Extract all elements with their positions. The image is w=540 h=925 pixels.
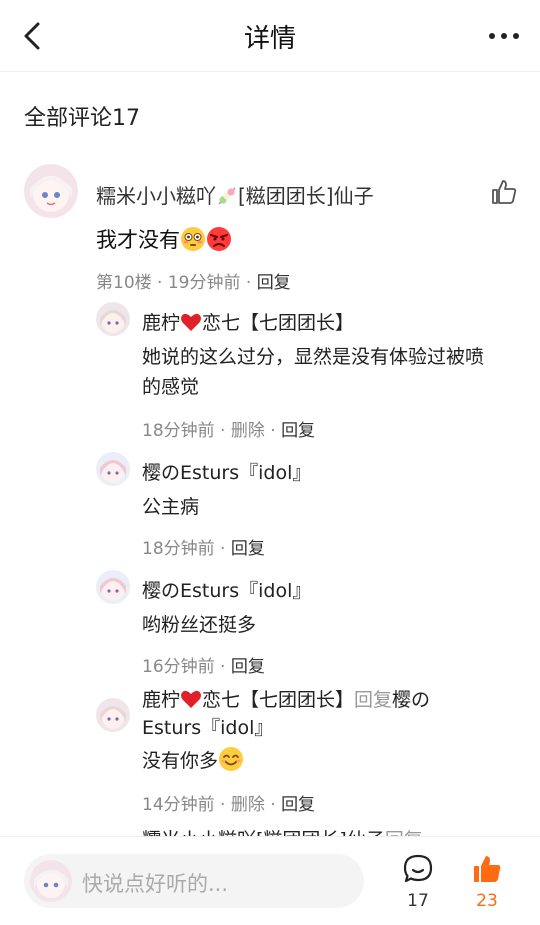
page-title: 详情 [243,24,296,54]
bottom-action-bar: 快说点好听的... 17 23 [0,836,540,925]
author-name-part: 恋七【七团团长】 [202,689,355,711]
reply-time: 14分钟前 · [142,795,231,815]
reply-button[interactable]: 回复 [257,273,291,293]
author-name-part: 恋七【七团团长】 [202,312,355,334]
dango-icon [218,187,236,205]
avatar [30,860,72,902]
avatar[interactable] [96,452,130,486]
author-name-part: 鹿柠 [142,689,181,711]
reply-author[interactable]: 鹿柠 恋七【七团团长】回复樱の Esturs『idol』 [142,686,430,742]
all-comments-heading: 全部评论17 [24,106,140,131]
author-name-part: 鹿柠 [142,312,181,334]
angry-face-emoji [207,227,231,251]
smile-emoji [219,747,244,771]
comment-count: 17 [407,891,429,911]
reply-author[interactable]: 鹿柠 恋七【七团团长】 [142,308,354,335]
reply-meta: 18分钟前 · 删除 · 回复 [142,416,315,441]
reply-time: 18分钟前 · [142,539,231,559]
author-name: 糯米小小糍吖 [96,184,216,208]
thumb-up-outline-icon [492,180,517,204]
reply-time: 18分钟前 · [142,421,231,441]
reply-button[interactable]: 回复 [231,657,265,677]
comment-meta: 第10楼 · 19分钟前 · 回复 [96,268,291,293]
delete-button[interactable]: 删除 [231,795,265,815]
like-count: 23 [476,891,498,911]
reply-target[interactable]: Esturs『idol』 [142,717,273,739]
comment-input[interactable]: 快说点好听的... [24,854,364,908]
reply-body: 没有你多 [142,750,219,772]
reply-text: 她说的这么过分，显然是没有体验过被喷的感觉 [142,346,485,398]
top-nav-bar: 详情 [0,0,540,72]
author-badge: [糍团团长]仙子 [238,184,374,208]
comment-text: 我才没有 [96,224,232,254]
reply-to-label: 回复 [354,689,393,711]
thumb-up-filled-icon [474,856,501,882]
reply-text: 哟粉丝还挺多 [142,614,257,636]
meta-separator: · [264,795,282,815]
heart-icon [181,313,202,331]
reply-time: 16分钟前 · [142,657,231,677]
reply-button[interactable]: 回复 [281,795,315,815]
avatar[interactable] [96,698,130,732]
more-button[interactable] [486,24,522,48]
comment-input-placeholder: 快说点好听的... [82,872,229,896]
comment-author[interactable]: 糯米小小糍吖 [糍团团长]仙子 [96,180,374,209]
reply-meta: 18分钟前 · 回复 [142,534,265,559]
reply-button[interactable]: 回复 [231,539,265,559]
reply-button[interactable]: 回复 [281,421,315,441]
avatar[interactable] [24,164,78,218]
reply-text: 没有你多 [142,746,502,776]
avatar[interactable] [96,570,130,604]
reply-target[interactable]: 樱の [392,689,430,711]
avatar[interactable] [96,302,130,336]
comment-like-button[interactable] [490,178,518,206]
more-icon [489,33,519,39]
meta-separator: · [264,421,282,441]
comment-count-button[interactable]: 17 [388,853,448,913]
flushed-face-emoji [181,227,205,251]
reply-meta: 16分钟前 · 回复 [142,652,265,677]
comment-floor-time: 第10楼 · 19分钟前 · [96,273,257,293]
reply-meta: 14分钟前 · 删除 · 回复 [142,790,315,815]
reply-text: 公主病 [142,496,200,518]
heart-icon [181,690,202,708]
reply-author[interactable]: 樱のEsturs『idol』 [142,576,311,603]
like-count-button[interactable]: 23 [457,853,517,913]
delete-button[interactable]: 删除 [231,421,265,441]
reply-author[interactable]: 樱のEsturs『idol』 [142,458,311,485]
comment-bubble-icon [403,854,433,883]
comment-body: 我才没有 [96,228,180,252]
